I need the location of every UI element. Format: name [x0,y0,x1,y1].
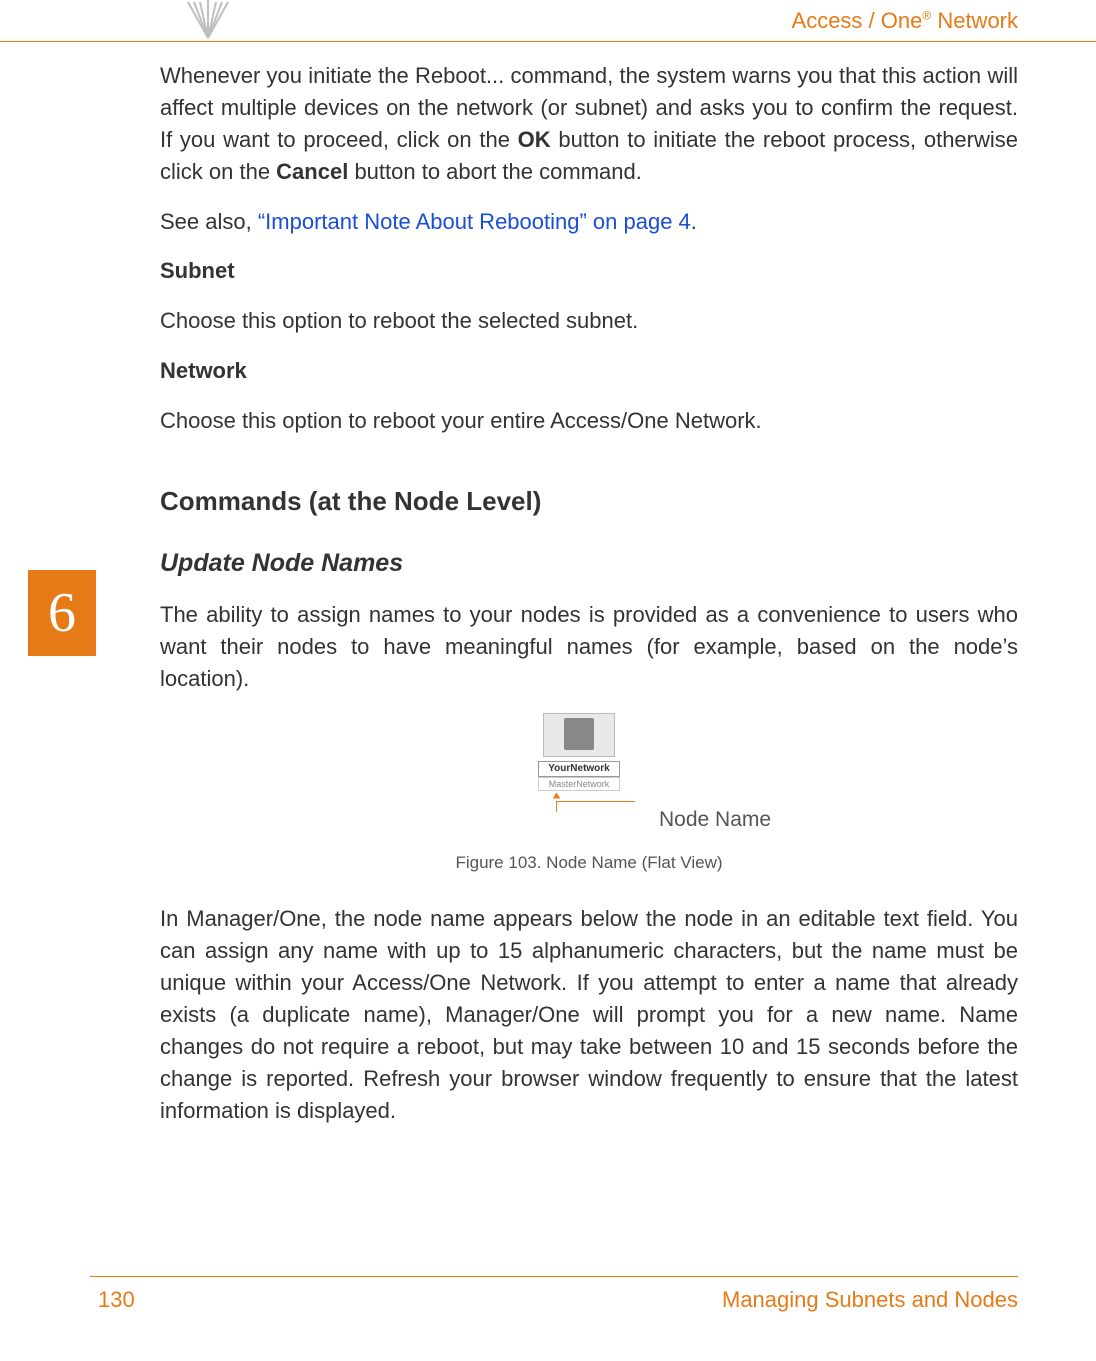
page-number: 130 [98,1287,135,1313]
network-body: Choose this option to reboot your entire… [160,405,1018,437]
brand-prefix: Access / One [792,8,923,33]
cross-reference-link[interactable]: “Important Note About Rebooting” on page… [258,209,691,234]
node-illustration: YourNetwork MasterNetwork [538,713,620,792]
subnet-heading: Subnet [160,255,1018,287]
commands-heading: Commands (at the Node Level) [160,483,1018,521]
page-footer: 130 Managing Subnets and Nodes [90,1276,1018,1313]
reboot-paragraph: Whenever you initiate the Reboot... comm… [160,60,1018,188]
callout-label: Node Name [659,805,771,835]
brand-text: Access / One® Network [792,8,1018,34]
figure-103: YourNetwork MasterNetwork Node Name [160,713,1018,843]
callout-arrow [504,791,654,821]
figure-caption: Figure 103. Node Name (Flat View) [160,851,1018,876]
node-name-field-2: MasterNetwork [538,777,620,792]
page-header: Access / One® Network [0,0,1096,42]
network-heading: Network [160,355,1018,387]
manager-one-body: In Manager/One, the node name appears be… [160,903,1018,1126]
update-body: The ability to assign names to your node… [160,599,1018,695]
logo-icon [178,0,238,42]
page-content: Whenever you initiate the Reboot... comm… [160,60,1018,1145]
registered-mark: ® [922,9,931,23]
node-device-icon [543,713,615,757]
node-name-field-1: YourNetwork [538,761,620,777]
subnet-body: Choose this option to reboot the selecte… [160,305,1018,337]
cancel-label: Cancel [276,159,348,184]
brand-suffix: Network [931,8,1018,33]
section-title: Managing Subnets and Nodes [722,1287,1018,1313]
update-node-names-heading: Update Node Names [160,545,1018,581]
see-also-paragraph: See also, “Important Note About Rebootin… [160,206,1018,238]
ok-label: OK [518,127,551,152]
chapter-tab: 6 [28,570,96,656]
